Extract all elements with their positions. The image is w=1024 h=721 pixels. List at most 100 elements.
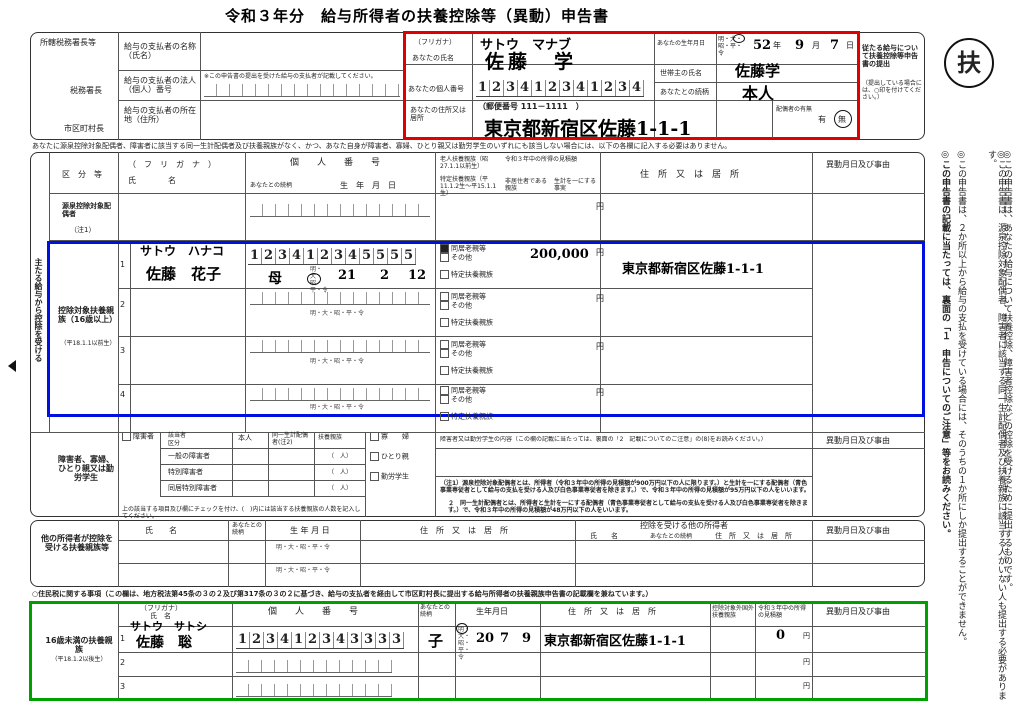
city-suffix: 市区町村長 [64, 124, 104, 133]
d-other-rel: あなたとの続柄 [650, 533, 692, 540]
dep2-era: 明・大・昭・平・令 [310, 310, 365, 317]
resident-tax-title: ○住民税に関する事項（この欄は、地方税法第45条の３の２及び第317条の３の２に… [32, 590, 653, 598]
d-seinengappi: 生 年 月 日 [290, 526, 330, 535]
dep3-yen: 円 [596, 342, 604, 351]
u16-child-day[interactable]: 9 [522, 631, 531, 646]
c-applicable: 該当者 [168, 432, 187, 439]
payer-number-boxes[interactable] [204, 84, 400, 97]
c-kubun: 区分 [168, 440, 181, 447]
applicant-address[interactable]: 東京都新宿区佐藤1-1-1 [484, 114, 691, 141]
c-check-note: 上の該当する項目及び欄にチェックを付け、( )内には該当する扶養親族の人数を記入… [122, 506, 361, 520]
dep1-relation[interactable]: 母 [268, 268, 282, 288]
u16-row-2: 2 [120, 658, 126, 667]
u16-child-month[interactable]: 7 [500, 631, 509, 646]
applicant-relation[interactable]: 本人 [742, 80, 774, 104]
col-seikei: 生計を一にする事実 [554, 178, 597, 192]
d-era-1: 明・大・昭・平・令 [276, 544, 331, 551]
c-spouse: 同一生計配偶者(注2) [272, 432, 309, 446]
col-kubun: 区 分 等 [62, 170, 102, 179]
side-note: 従たる給与について扶養控除等申告書の提出 [862, 44, 918, 68]
c-note1: （注1）源泉控除対象配偶者とは、所得者（令和３年中の所得の見積額が900万円以下… [440, 480, 810, 494]
col-shimei: 氏 名 [128, 176, 176, 185]
right-note-2: ◎この申告書は、源泉控除対象配偶者、障害者に該当する同一生計配偶者及び扶養親族に… [986, 150, 1006, 700]
dep4-era: 明・大・昭・平・令 [310, 404, 365, 411]
u16-row3-number[interactable] [236, 684, 392, 697]
notice-text: あなたに源泉控除対象配偶者、障害者に該当する同一生計配偶者及び扶養親族がなく、か… [32, 142, 732, 150]
dep4-opt[interactable]: 同居老親等 その他 特定扶養親族 [440, 386, 493, 421]
section-c-label: 障害者、寡婦、ひとり親又は勤労学生 [58, 455, 114, 482]
c-ido: 異動月日及び事由 [826, 436, 890, 445]
birth-label: あなたの生年月日 [657, 40, 706, 47]
dep1-name[interactable]: 佐藤 花子 [146, 263, 221, 284]
u16-child-address[interactable]: 東京都新宿区佐藤1-1-1 [544, 630, 686, 649]
c-single[interactable]: ひとり親 [370, 452, 409, 461]
tax-office-label: 所轄税務署長等 [40, 38, 96, 47]
u16-row2-number[interactable] [236, 660, 392, 673]
c-disabled[interactable]: 障害者 [122, 432, 154, 441]
dep2-yen: 円 [596, 294, 604, 303]
u16-furigana-h: （フリガナ） [140, 604, 182, 612]
section-a-number[interactable] [250, 204, 430, 217]
dep1-year[interactable]: 21 [338, 268, 356, 283]
c-note2: ２ 同一生計配偶者とは、所得者と生計を一にする配偶者（青色事業専従者として給与の… [448, 500, 808, 514]
col-tokutei: 特定扶養親族（平11.1.2生～平15.1.1生） [440, 176, 497, 197]
u16-yen-3: 円 [803, 682, 810, 690]
col-furigana: （ フ リ ガ ナ ） [128, 160, 216, 169]
u16-kokugai-h: 控除対象外国外扶養親族 [712, 605, 755, 619]
applicant-name[interactable]: 佐藤 学 [485, 47, 577, 74]
applicant-postal[interactable]: （郵便番号 111－1111 ） [478, 102, 584, 111]
u16-jusho-h: 住 所 又 は 居 所 [568, 607, 656, 616]
dep1-furigana[interactable]: サトウ ハナコ [140, 242, 224, 259]
c-nin-2: （ 人） [328, 469, 353, 476]
under16-label: 16歳未満の扶養親族 [45, 636, 113, 654]
u16-child-year[interactable]: 20 [476, 631, 494, 646]
form-title: 令和３年分 給与所得者の扶養控除等（異動）申告書 [225, 7, 610, 25]
c-widow[interactable]: 寡 婦 [370, 432, 409, 441]
nichi-label: 日 [846, 41, 854, 50]
payer-name-label: 給与の支払者の名称（氏名） [124, 42, 196, 60]
dep1-address[interactable]: 東京都新宿区佐藤1-1-1 [622, 258, 764, 277]
householder-name[interactable]: 佐藤学 [735, 60, 780, 81]
right-note-3: ◎この申告書は、２か所以上から給与の支払を受けている場合には、そのうちの１か所に… [956, 150, 966, 646]
main-side-label: 主たる給与から控除を受ける [34, 258, 43, 362]
u16-child-name[interactable]: 佐藤 聡 [136, 632, 192, 652]
dep1-mynumber[interactable]: 123412345555 [248, 248, 416, 265]
left-arrow-icon [8, 360, 16, 372]
birth-year[interactable]: 52 [753, 38, 771, 53]
dep3-era: 明・大・昭・平・令 [310, 358, 365, 365]
dep4-number[interactable] [250, 388, 430, 401]
col-jusho: 住 所 又 は 居 所 [640, 170, 740, 180]
dep1-month[interactable]: 2 [380, 268, 389, 283]
u16-ido-h: 異動月日及び事由 [826, 607, 890, 616]
c-self: 本人 [238, 434, 252, 442]
section-d-label: 他の所得者が控除を受ける扶養親族等 [41, 534, 113, 552]
c-dependents: 扶養親族 [318, 434, 343, 441]
dep3-number[interactable] [250, 340, 430, 353]
u16-child-income[interactable]: 0 [776, 628, 785, 643]
u16-yen-1: 円 [803, 632, 810, 640]
dep1-day[interactable]: 12 [408, 268, 426, 283]
c-tokubetsu: 特別障害者 [168, 468, 203, 476]
u16-row-1: 1 [120, 634, 126, 643]
col-seinengappi: 生 年 月 日 [340, 181, 396, 190]
applicant-mynumber[interactable]: 123412341234 [476, 80, 644, 97]
dep1-income[interactable]: 200,000 [530, 247, 589, 262]
side-note-sub: （提出している場合には、○印を付けてください。） [862, 80, 922, 101]
dep2-number[interactable] [250, 292, 430, 305]
payer-address-label: 給与の支払者の所在地（住所） [124, 106, 196, 124]
dep2-opt[interactable]: 同居老親等 その他 特定扶養親族 [440, 292, 493, 327]
u16-child-relation[interactable]: 子 [428, 630, 443, 651]
u16-child-mynumber[interactable]: 123412343333 [236, 632, 404, 649]
birth-month[interactable]: 9 [795, 38, 804, 53]
birth-day[interactable]: 7 [830, 38, 839, 53]
era-circle [733, 34, 745, 43]
spouse-yes[interactable]: 有 [818, 115, 826, 124]
right-note-4: ◎この申告書の記載に当たっては、裏面の「１ 申告についてのご注意」等をお読みくだ… [940, 150, 950, 538]
spouse-no-circle [834, 110, 852, 128]
dep1-opt[interactable]: 同居老親等 その他 特定扶養親族 [440, 244, 493, 279]
col-zokugara: あなたとの続柄 [250, 182, 292, 189]
d-other: 控除を受ける他の所得者 [640, 521, 728, 530]
c-student[interactable]: 勤労学生 [370, 472, 409, 481]
spouse-label: 配偶者の有無 [776, 106, 813, 113]
dep3-opt[interactable]: 同居老親等 その他 特定扶養親族 [440, 340, 493, 375]
